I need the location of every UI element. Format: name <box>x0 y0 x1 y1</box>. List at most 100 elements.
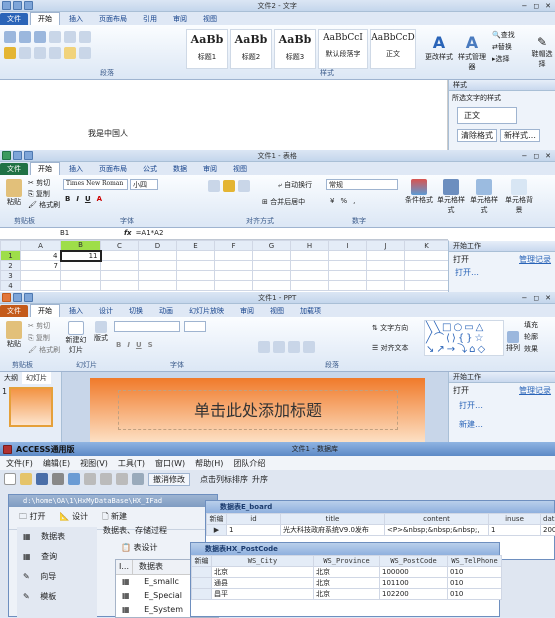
row-header[interactable]: 2 <box>1 261 21 271</box>
cell[interactable]: 通县 <box>212 578 314 589</box>
nav-tables[interactable]: ▦ 数据表 <box>17 527 97 547</box>
cell[interactable]: <P>&nbsp;&nbsp;&nbsp;, <box>385 525 489 536</box>
table-style-button[interactable]: 单元格样式 <box>436 179 466 215</box>
border-icon[interactable] <box>79 47 91 59</box>
multilevel-icon[interactable] <box>34 31 46 43</box>
style-default-font[interactable]: AaBbCcI默认段落字 <box>318 29 368 69</box>
font-size-select[interactable] <box>184 321 206 332</box>
col-header-h[interactable]: H <box>291 241 329 251</box>
minimize-button[interactable]: − <box>521 2 527 10</box>
menu-file[interactable]: 文件(F) <box>6 458 33 468</box>
col-date[interactable]: dat <box>541 514 555 525</box>
indent-icon[interactable] <box>49 31 61 43</box>
cell[interactable]: 北京 <box>314 578 380 589</box>
cell[interactable] <box>367 271 405 281</box>
tab-references[interactable]: 引用 <box>136 13 164 25</box>
cell[interactable] <box>291 281 329 291</box>
row-selector[interactable] <box>192 578 212 589</box>
slide-thumbnail[interactable] <box>9 387 53 427</box>
underline-icon[interactable]: U <box>136 341 142 349</box>
col-title[interactable]: title <box>281 514 385 525</box>
paste-button[interactable]: 粘贴 <box>3 179 25 207</box>
col-id[interactable]: id <box>227 514 281 525</box>
cell[interactable]: 7 <box>21 261 61 271</box>
cell[interactable] <box>139 261 177 271</box>
align-top-icon[interactable] <box>208 180 220 192</box>
minimize-button[interactable]: − <box>521 294 527 302</box>
cell-background-button[interactable]: 单元格背景 <box>502 179 536 215</box>
undo-icon[interactable] <box>132 473 144 485</box>
cell[interactable] <box>61 271 101 281</box>
align-middle-icon[interactable] <box>223 180 235 192</box>
menu-edit[interactable]: 编辑(E) <box>43 458 70 468</box>
italic-icon[interactable]: I <box>76 195 79 203</box>
close-button[interactable]: ✕ <box>545 2 551 10</box>
tab-view[interactable]: 视图 <box>196 13 224 25</box>
table-name-header[interactable]: 数据表 <box>133 560 169 574</box>
table-row[interactable]: ▶1光大科技政府系统V9.0发布<P>&nbsp;&nbsp;&nbsp;,12… <box>207 525 555 536</box>
col-header-f[interactable]: F <box>215 241 253 251</box>
table-design-button[interactable]: 📋 表设计 <box>121 542 158 553</box>
conditional-format-button[interactable]: 条件格式 <box>404 179 434 205</box>
tab-home[interactable]: 开始 <box>30 304 60 317</box>
copy-button[interactable]: ⎘ 复制 <box>28 189 60 200</box>
restore-button[interactable]: ◻ <box>533 2 539 10</box>
col-postcode[interactable]: WS_PostCode <box>380 556 448 567</box>
tab-layout[interactable]: 页面布局 <box>92 163 134 175</box>
cell[interactable] <box>329 251 367 261</box>
justify-icon[interactable] <box>49 47 61 59</box>
underline-icon[interactable]: U <box>85 195 91 203</box>
corner-cell[interactable] <box>1 241 21 251</box>
cell[interactable] <box>177 261 215 271</box>
cell[interactable] <box>61 261 101 271</box>
tab-file[interactable]: 文件 <box>0 305 28 317</box>
comma-icon[interactable]: , <box>353 197 355 205</box>
cell[interactable] <box>101 271 139 281</box>
print-icon[interactable] <box>52 473 64 485</box>
tab-layout[interactable]: 页面布局 <box>92 13 134 25</box>
cell[interactable] <box>139 281 177 291</box>
cell[interactable]: 北京 <box>314 589 380 600</box>
align-center-icon[interactable] <box>19 47 31 59</box>
cell[interactable] <box>215 251 253 261</box>
db-new-button[interactable]: 🗋 新建 <box>102 511 127 525</box>
tab-insert[interactable]: 插入 <box>62 305 90 317</box>
undo-icon[interactable] <box>24 293 33 302</box>
cell[interactable] <box>291 261 329 271</box>
cell[interactable] <box>291 271 329 281</box>
close-button[interactable]: ✕ <box>545 152 551 160</box>
table-row[interactable]: 北京北京100000010 <box>192 567 502 578</box>
current-style-box[interactable]: 正文 <box>457 107 517 124</box>
layout-button[interactable]: 版式 <box>92 321 110 343</box>
cell[interactable] <box>367 251 405 261</box>
tab-file[interactable]: 文件 <box>0 163 28 175</box>
outline-button[interactable]: 轮廓 <box>524 331 538 343</box>
cell[interactable] <box>215 271 253 281</box>
text-direction-button[interactable]: ⇅ 文字方向 <box>372 323 408 333</box>
save-icon[interactable] <box>13 151 22 160</box>
cell[interactable]: 010 <box>448 589 502 600</box>
cell[interactable] <box>291 251 329 261</box>
tab-slideshow[interactable]: 幻灯片放映 <box>182 305 231 317</box>
align-left-icon[interactable] <box>258 341 270 353</box>
find-button[interactable]: 🔍查找 <box>492 29 515 41</box>
cell[interactable]: 010 <box>448 567 502 578</box>
tab-slides[interactable]: 幻灯片 <box>22 372 51 384</box>
font-color-icon[interactable]: A <box>97 195 102 203</box>
percent-icon[interactable]: % <box>340 197 347 205</box>
shading-icon[interactable] <box>64 47 76 59</box>
db-open-button[interactable]: 🗀 打开 <box>19 511 46 525</box>
tab-review[interactable]: 审阅 <box>233 305 261 317</box>
menu-team[interactable]: 团队介绍 <box>233 458 265 468</box>
cell[interactable] <box>329 271 367 281</box>
save-icon[interactable] <box>36 473 48 485</box>
align-left-icon[interactable] <box>4 47 16 59</box>
cell[interactable] <box>215 261 253 271</box>
cell[interactable] <box>329 261 367 271</box>
row-header[interactable]: 3 <box>1 271 21 281</box>
bold-icon[interactable]: B <box>116 341 121 349</box>
cell[interactable]: 光大科技政府系统V9.0发布 <box>281 525 385 536</box>
new-slide-button[interactable]: 新建幻灯片 <box>64 321 88 355</box>
cut-button[interactable]: ✂ 剪切 <box>28 178 60 189</box>
cell-selected[interactable]: 11 <box>61 251 101 261</box>
